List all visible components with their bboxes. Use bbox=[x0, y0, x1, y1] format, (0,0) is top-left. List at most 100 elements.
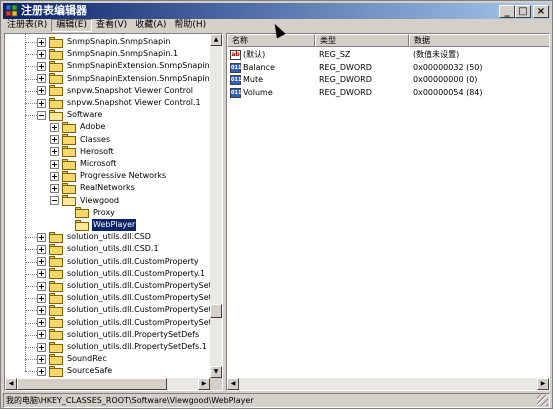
column-name[interactable]: 名称 bbox=[227, 34, 315, 47]
expand-icon[interactable] bbox=[37, 330, 46, 340]
value-type: REG_DWORD bbox=[319, 62, 372, 72]
list-scroll-left-button[interactable]: ◀ bbox=[227, 378, 239, 390]
expand-icon[interactable] bbox=[50, 122, 59, 132]
maximize-button[interactable]: □ bbox=[515, 5, 531, 18]
tree-connector-line bbox=[25, 359, 37, 361]
resize-grip[interactable] bbox=[537, 395, 548, 406]
menu-view[interactable]: 查看(V) bbox=[92, 19, 131, 32]
expand-icon[interactable] bbox=[37, 49, 46, 59]
expand-icon[interactable] bbox=[37, 257, 46, 267]
expand-icon[interactable] bbox=[37, 366, 46, 376]
expand-icon[interactable] bbox=[37, 342, 46, 352]
tree-item[interactable]: solution_utils.dll.PropertySetDefs bbox=[37, 329, 200, 341]
scroll-down-button[interactable]: ▼ bbox=[210, 366, 222, 378]
tree-item[interactable]: solution_utils.dll.CSD bbox=[37, 231, 152, 243]
tree-item[interactable]: SnmpSnapinExtension.SnmpSnapinExten bbox=[37, 60, 211, 72]
tree-item[interactable]: solution_utils.dll.CSD.1 bbox=[37, 243, 160, 255]
list-scroll-right-button[interactable]: ▶ bbox=[537, 378, 549, 390]
expand-icon[interactable] bbox=[37, 74, 46, 84]
tree-vertical-scrollbar[interactable]: ▲ ▼ bbox=[210, 34, 222, 378]
binary-value-icon: 011 bbox=[230, 75, 242, 85]
tree-item[interactable]: RealNetworks bbox=[50, 182, 136, 194]
binary-value-icon: 011 bbox=[230, 62, 242, 73]
folder-icon bbox=[49, 36, 63, 48]
collapse-icon[interactable] bbox=[37, 110, 46, 120]
tree-item[interactable]: Adobe bbox=[50, 121, 106, 133]
scroll-right-button[interactable]: ▶ bbox=[198, 378, 210, 390]
expand-icon[interactable] bbox=[37, 269, 46, 279]
expand-icon[interactable] bbox=[50, 183, 59, 193]
tree-item[interactable]: Progressive Networks bbox=[50, 170, 167, 182]
title-bar[interactable]: 注册表编辑器 _ □ × bbox=[3, 3, 550, 19]
list-horizontal-scrollbar[interactable]: ◀ ▶ bbox=[227, 378, 549, 390]
value-data: (数值未设置) bbox=[413, 50, 460, 59]
close-button[interactable]: × bbox=[533, 5, 549, 18]
expand-icon[interactable] bbox=[50, 135, 59, 145]
folder-icon bbox=[49, 317, 63, 329]
folder-icon bbox=[49, 353, 63, 365]
tree-item[interactable]: solution_utils.dll.CustomProperty bbox=[37, 256, 200, 268]
expand-icon[interactable] bbox=[37, 86, 46, 96]
value-row[interactable]: 011 Volume REG_DWORD 0x00000054 (84) bbox=[227, 87, 549, 99]
tree-item[interactable]: SoundRec bbox=[37, 353, 108, 365]
column-data[interactable]: 数据 bbox=[409, 34, 549, 47]
tree-connector-line bbox=[25, 322, 37, 324]
tree-item[interactable]: Microsoft bbox=[50, 158, 117, 170]
tree-item[interactable]: snpvw.Snapshot Viewer Control.1 bbox=[37, 97, 202, 109]
tree-item-label: SourceSafe bbox=[67, 366, 113, 376]
tree-item[interactable]: Software bbox=[37, 109, 103, 121]
menu-edit[interactable]: 编辑(E) bbox=[51, 19, 92, 32]
tree-hscroll-thumb[interactable] bbox=[17, 378, 167, 390]
tree-item[interactable]: Herosoft bbox=[50, 146, 115, 158]
tree-item[interactable]: Proxy bbox=[63, 207, 116, 219]
expand-icon[interactable] bbox=[50, 159, 59, 169]
tree-item[interactable]: SnmpSnapin.SnmpSnapin.1 bbox=[37, 48, 179, 60]
tree-scroll-thumb[interactable] bbox=[210, 304, 222, 318]
tree-item[interactable]: solution_utils.dll.CustomPropertySet.1 bbox=[37, 292, 211, 304]
expand-icon[interactable] bbox=[50, 171, 59, 181]
folder-icon bbox=[62, 121, 76, 133]
menu-registry[interactable]: 注册表(R) bbox=[3, 19, 51, 32]
tree-connector-line bbox=[25, 78, 37, 80]
folder-icon bbox=[49, 243, 63, 255]
expand-icon[interactable] bbox=[37, 98, 46, 108]
menu-help[interactable]: 帮助(H) bbox=[170, 19, 210, 32]
value-list-pane[interactable]: 名称 类型 数据 ab (默认) REG_SZ (数值未设置) 011 Balance RE… bbox=[226, 33, 550, 391]
tree-item[interactable]: SourceSafe bbox=[37, 365, 113, 377]
tree-item[interactable]: SnmpSnapinExtension.SnmpSnapinExten bbox=[37, 73, 211, 85]
expand-icon[interactable] bbox=[37, 305, 46, 315]
expand-icon[interactable] bbox=[37, 244, 46, 254]
expand-icon[interactable] bbox=[37, 37, 46, 47]
column-type[interactable]: 类型 bbox=[315, 34, 409, 47]
expand-icon[interactable] bbox=[37, 318, 46, 328]
scroll-up-button[interactable]: ▲ bbox=[210, 34, 222, 46]
folder-icon bbox=[49, 256, 63, 268]
menu-favorites[interactable]: 收藏(A) bbox=[131, 19, 170, 32]
folder-icon bbox=[75, 207, 89, 219]
expand-icon[interactable] bbox=[37, 232, 46, 242]
tree-item[interactable]: SnmpSnapin.SnmpSnapin bbox=[37, 36, 171, 48]
key-tree-pane[interactable]: SnmpSnapin.SnmpSnapin SnmpSnapin.SnmpSnap… bbox=[4, 33, 223, 391]
expand-icon[interactable] bbox=[50, 147, 59, 157]
tree-item[interactable]: solution_utils.dll.CustomPropertySets bbox=[37, 304, 211, 316]
scroll-left-button[interactable]: ◀ bbox=[5, 378, 17, 390]
value-row[interactable]: ab (默认) REG_SZ (数值未设置) bbox=[227, 49, 549, 61]
expand-icon[interactable] bbox=[37, 354, 46, 364]
tree-horizontal-scrollbar[interactable]: ◀ ▶ bbox=[5, 378, 210, 390]
tree-item[interactable]: snpvw.Snapshot Viewer Control bbox=[37, 85, 194, 97]
expand-icon[interactable] bbox=[37, 61, 46, 71]
value-row[interactable]: 011 Balance REG_DWORD 0x00000032 (50) bbox=[227, 62, 549, 74]
tree-item[interactable]: solution_utils.dll.CustomPropertySets.1 bbox=[37, 317, 211, 329]
tree-item[interactable]: Classes bbox=[50, 134, 111, 146]
tree-item[interactable]: Viewgood bbox=[50, 195, 120, 207]
collapse-icon[interactable] bbox=[50, 196, 59, 206]
tree-item[interactable]: WebPlayer bbox=[63, 219, 137, 231]
tree-item[interactable]: solution_utils.dll.CustomProperty.1 bbox=[37, 268, 206, 280]
tree-item[interactable]: solution_utils.dll.PropertySetDefs.1 bbox=[37, 341, 208, 353]
value-data: 0x00000054 (84) bbox=[413, 87, 483, 97]
minimize-button[interactable]: _ bbox=[499, 5, 515, 18]
tree-item[interactable]: solution_utils.dll.CustomPropertySet bbox=[37, 280, 211, 292]
value-row[interactable]: 011 Mute REG_DWORD 0x00000000 (0) bbox=[227, 74, 549, 86]
expand-icon[interactable] bbox=[37, 281, 46, 291]
expand-icon[interactable] bbox=[37, 293, 46, 303]
